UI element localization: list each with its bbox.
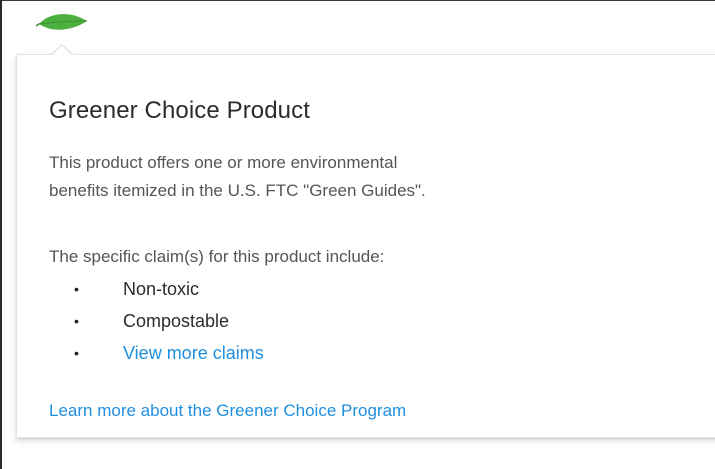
description-line-2: benefits itemized in the U.S. FTC "Green…: [49, 181, 426, 200]
claim-item-compostable: • Compostable: [49, 305, 264, 337]
claims-list: • Non-toxic • Compostable • View more cl…: [49, 273, 264, 369]
leaf-icon[interactable]: [36, 9, 90, 37]
claim-item-non-toxic: • Non-toxic: [49, 273, 264, 305]
bullet-icon: •: [74, 345, 79, 361]
learn-more-link[interactable]: Learn more about the Greener Choice Prog…: [49, 401, 406, 421]
popover-description: This product offers one or more environm…: [49, 149, 649, 205]
window-frame-top: [0, 0, 715, 1]
view-more-claims-link[interactable]: View more claims: [123, 343, 264, 363]
popover-title: Greener Choice Product: [49, 97, 310, 124]
popover-caret: [51, 46, 73, 56]
claims-intro: The specific claim(s) for this product i…: [49, 247, 385, 266]
claim-item-view-more: • View more claims: [49, 337, 264, 369]
claim-label: Compostable: [123, 311, 230, 331]
bullet-icon: •: [74, 313, 79, 329]
greener-choice-popover: Greener Choice Product This product offe…: [16, 54, 715, 438]
bullet-icon: •: [74, 281, 79, 297]
description-line-1: This product offers one or more environm…: [49, 153, 398, 172]
window-frame-left: [0, 0, 2, 469]
claim-label: Non-toxic: [123, 279, 200, 299]
